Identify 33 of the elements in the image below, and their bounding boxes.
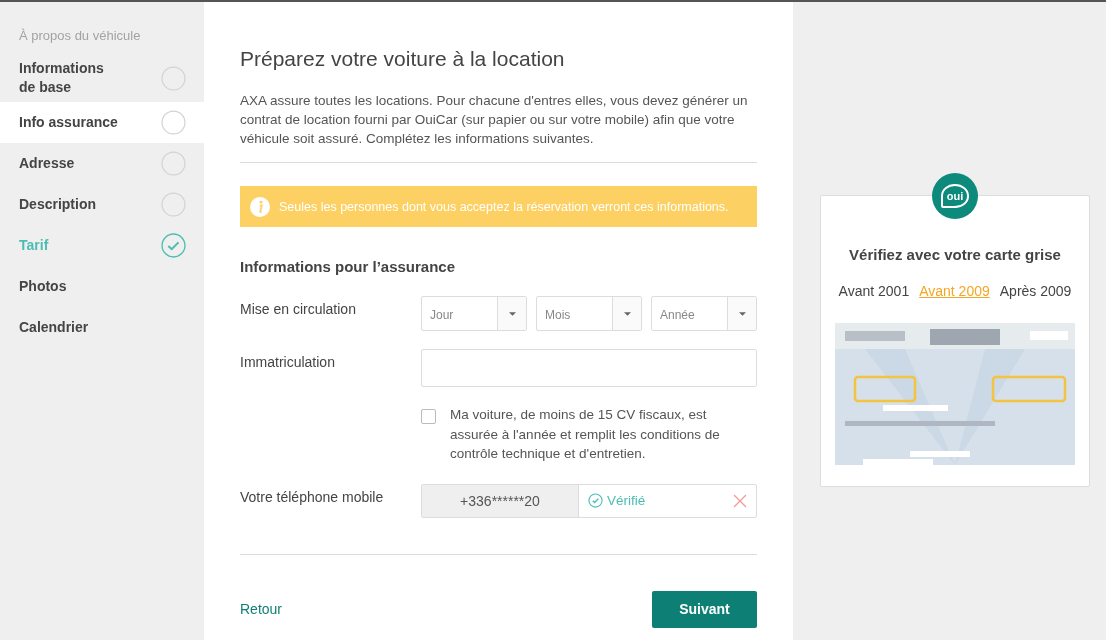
field-label: Mise en circulation (240, 300, 357, 317)
next-button[interactable]: Suivant (652, 590, 757, 628)
checkbox[interactable] (421, 409, 436, 424)
sidebar-item[interactable]: Photos (0, 266, 204, 307)
sidebar-item[interactable]: Calendrier (0, 307, 204, 348)
dropdown[interactable]: Mois (536, 296, 642, 331)
caret-icon (738, 311, 746, 316)
phone-field[interactable]: +336******20 Vérifié (421, 483, 757, 518)
caret-icon (508, 311, 516, 316)
field-label: Immatriculation (240, 353, 336, 370)
dropdown[interactable]: Année (651, 296, 757, 331)
section-heading: Informations pour l’assurance (240, 258, 457, 275)
checkbox-label: Ma voiture, de moins de 15 CV fiscaux, est assurée à l'année et remplit les conditions de contrôle technique et d'entretien. (450, 406, 721, 463)
intro-text: AXA assure toutes les locations. Pour chacune d'entres elles, vous devez générer un contrat de location fourni par OuiCar (sur papier ou sur votre mobile) afin que votre véhicule soit assuré. Complétez les informations suivantes. (240, 92, 749, 148)
sidebar-item[interactable]: Description (0, 184, 204, 225)
notice-text: Seules les personnes dont vous acceptez la réservation verront ces informations. (279, 199, 729, 214)
sidebar-item[interactable]: Adresse (0, 143, 204, 184)
sidebar-item[interactable]: Informations de base (0, 58, 204, 102)
back-link[interactable]: Retour (240, 601, 283, 617)
verified-status: Vérifié (607, 493, 646, 508)
logo: oui (932, 173, 978, 219)
field-label: Votre téléphone mobile (240, 487, 385, 505)
section-title: À propos du véhicule (18, 28, 142, 45)
close-icon[interactable] (733, 493, 747, 508)
dropdown[interactable]: Jour (421, 296, 527, 331)
period-tab[interactable]: Après 2009 (999, 283, 1072, 299)
sidebar-item[interactable]: Info assurance (0, 102, 204, 143)
page-title: Préparez votre voiture à la location (240, 47, 566, 71)
period-tab[interactable]: Avant 2001 (838, 283, 910, 299)
caret-icon (623, 311, 631, 316)
input-field[interactable] (421, 349, 757, 387)
card-title: Vérifiez avec votre carte grise (849, 246, 1061, 263)
info-icon (250, 196, 270, 217)
